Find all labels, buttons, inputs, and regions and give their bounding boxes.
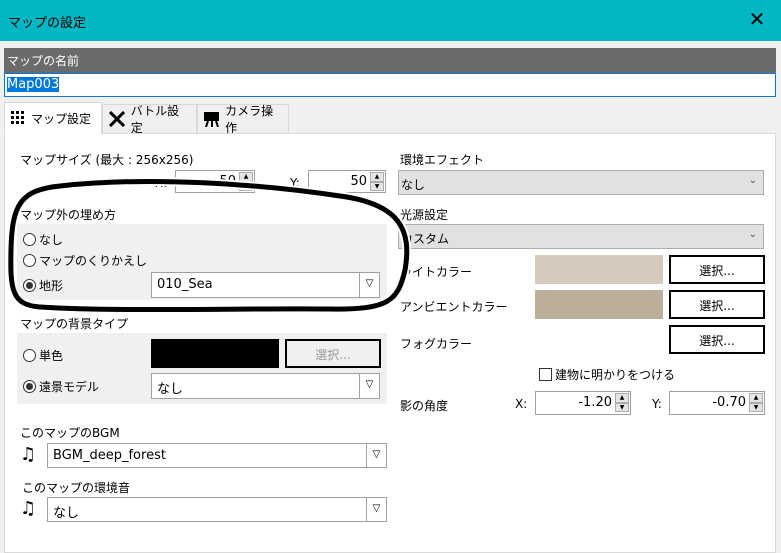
- fill-terrain-radio[interactable]: 地形: [23, 277, 63, 294]
- tab-battle-settings[interactable]: バトル設定: [102, 104, 197, 135]
- window-title: マップの設定: [8, 16, 87, 31]
- y-label: Y:: [290, 176, 300, 190]
- chevron-down-icon: ⌄: [748, 229, 757, 240]
- bgm-label: このマップのBGM: [20, 426, 120, 440]
- chevron-down-icon: ⌄: [748, 175, 757, 186]
- map-name-input[interactable]: Map003: [4, 73, 776, 97]
- ambient-color-select-button[interactable]: 選択...: [669, 290, 765, 319]
- ambient-label: このマップの環境音: [22, 481, 131, 495]
- shadow-y-spinner[interactable]: -0.70 ▲ ▼: [669, 391, 765, 415]
- effect-label: 環境エフェクト: [400, 153, 485, 167]
- solid-color-swatch[interactable]: [151, 339, 279, 368]
- background-label: マップの背景タイプ: [20, 317, 129, 331]
- light-combo[interactable]: カスタム ⌄: [398, 224, 764, 249]
- map-name-label: マップの名前: [4, 48, 776, 73]
- camera-icon: [204, 112, 220, 127]
- effect-combo[interactable]: なし ⌄: [398, 170, 764, 195]
- tab-map-settings[interactable]: マップ設定: [4, 102, 102, 134]
- fill-repeat-radio[interactable]: マップのくりかえし: [23, 252, 147, 269]
- light-color-label: ライトカラー: [400, 265, 473, 279]
- distant-model-combo[interactable]: なし ▽: [151, 373, 380, 399]
- terrain-combo[interactable]: 010_Sea ▽: [151, 272, 380, 298]
- bgm-combo[interactable]: BGM_deep_forest ▽: [47, 443, 387, 468]
- tab-label: バトル設定: [130, 104, 180, 135]
- solid-color-radio[interactable]: 単色: [23, 347, 63, 364]
- map-size-label: マップサイズ (最大 : 256x256): [20, 153, 194, 167]
- solid-color-select-button[interactable]: 選択...: [285, 339, 381, 368]
- ambient-color-swatch[interactable]: [535, 290, 663, 319]
- fill-label: マップ外の埋め方: [20, 208, 117, 222]
- chevron-down-icon: ▽: [366, 444, 386, 467]
- fog-color-select-button[interactable]: 選択...: [669, 325, 765, 354]
- chevron-down-icon: ▽: [359, 374, 379, 398]
- y-label: Y:: [652, 397, 662, 411]
- light-color-select-button[interactable]: 選択...: [669, 255, 765, 284]
- tab-label: マップ設定: [31, 111, 92, 126]
- x-label: X:: [155, 176, 168, 190]
- light-label: 光源設定: [400, 208, 449, 222]
- tab-label: カメラ操作: [225, 104, 274, 135]
- music-note-icon: ♫: [20, 444, 37, 465]
- music-note-icon: ♫: [20, 498, 37, 519]
- shadow-angle-label: 影の角度: [400, 399, 449, 413]
- building-light-checkbox[interactable]: 建物に明かりをつける: [539, 366, 675, 383]
- ambient-color-label: アンビエントカラー: [400, 300, 508, 314]
- fog-color-label: フォグカラー: [400, 337, 473, 351]
- chevron-down-icon: ▽: [366, 498, 386, 521]
- x-label: X:: [515, 397, 528, 411]
- map-height-spinner[interactable]: 50 ▲ ▼: [308, 170, 386, 193]
- ambient-combo[interactable]: なし ▽: [47, 497, 387, 522]
- distant-model-radio[interactable]: 遠景モデル: [23, 378, 99, 395]
- tab-camera[interactable]: カメラ操作: [197, 104, 289, 135]
- light-color-swatch[interactable]: [535, 255, 663, 284]
- title-bar: [0, 0, 781, 41]
- close-icon[interactable]: ✕: [745, 7, 769, 31]
- chevron-down-icon: ▽: [359, 273, 379, 297]
- crossed-swords-icon: [109, 111, 125, 127]
- shadow-x-spinner[interactable]: -1.20 ▲ ▼: [535, 391, 631, 415]
- grid-icon: [11, 111, 24, 124]
- fill-none-radio[interactable]: なし: [23, 231, 63, 248]
- map-width-spinner[interactable]: 50 ▲ ▼: [175, 170, 255, 193]
